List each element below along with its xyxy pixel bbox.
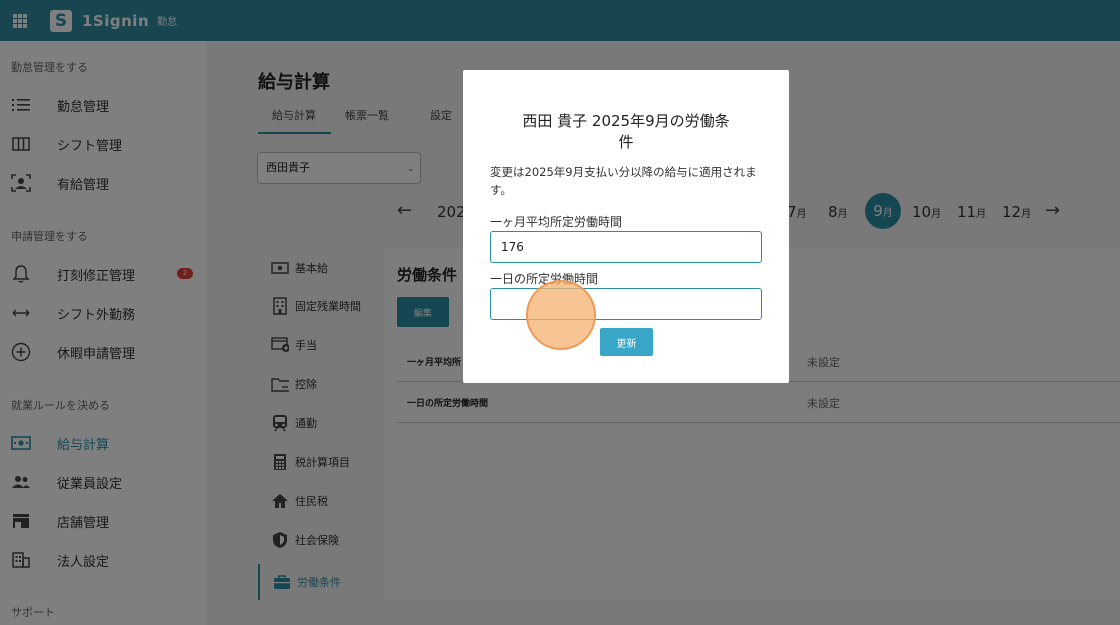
working-conditions-dialog: 西田 貴子 2025年9月の労働条 件 変更は2025年9月支払い分以降の給与に… <box>463 70 789 383</box>
dialog-title-line2: 件 <box>618 133 634 151</box>
dialog-note: 変更は2025年9月支払い分以降の給与に適用されます。 <box>490 165 757 197</box>
touch-indicator <box>526 280 596 350</box>
monthly-hours-label: 一ヶ月平均所定労働時間 <box>490 215 623 229</box>
dialog-title-line1: 西田 貴子 2025年9月の労働条 <box>522 112 730 130</box>
dialog-title: 西田 貴子 2025年9月の労働条 件 <box>503 111 749 153</box>
update-button[interactable]: 更新 <box>600 328 653 356</box>
monthly-hours-input[interactable] <box>490 231 762 263</box>
